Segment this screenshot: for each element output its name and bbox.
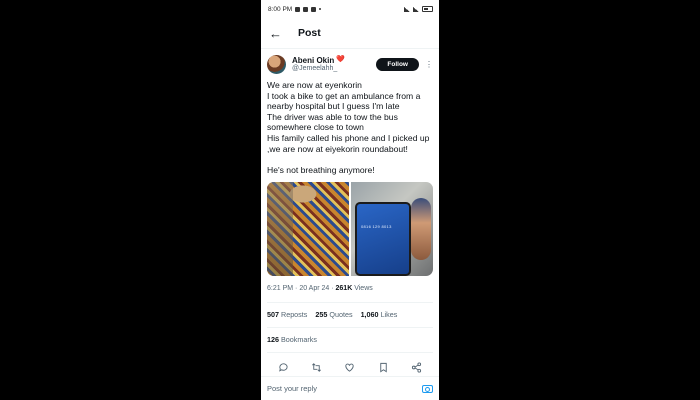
reply-icon[interactable] (278, 362, 289, 373)
status-bar: 8:00 PM (261, 0, 439, 18)
post-meta: 6:21 PM · 20 Apr 24 · 261K Views (267, 285, 373, 293)
post-time[interactable]: 6:21 PM (267, 285, 293, 292)
phone-number-text: 0816 129 8013 (361, 224, 392, 230)
media-grid: 0816 129 8013 (267, 182, 433, 277)
reposts-stat[interactable]: 507 Reposts (267, 310, 307, 320)
views-count: 261K (335, 285, 353, 293)
more-options-icon[interactable]: ⋮ (425, 60, 433, 69)
phone-screen: 8:00 PM ← Post Abeni Okin ❤️ @Jemeelahh_… (261, 0, 439, 400)
status-time: 8:00 PM (268, 5, 293, 13)
camera-icon[interactable] (422, 384, 433, 393)
media-photo-2[interactable]: 0816 129 8013 (351, 182, 433, 277)
bookmarks-stat[interactable]: 126 Bookmarks (261, 328, 439, 345)
notification-icon (311, 6, 317, 12)
reply-input[interactable] (267, 384, 397, 393)
action-bar (261, 353, 439, 374)
more-notifications-icon (319, 8, 322, 10)
back-arrow-icon[interactable]: ← (269, 27, 282, 40)
avatar[interactable] (267, 55, 286, 74)
hand-in-photo (411, 198, 431, 261)
bookmark-icon[interactable] (378, 362, 389, 373)
repost-icon[interactable] (311, 362, 322, 373)
notification-icon (303, 6, 309, 12)
share-icon[interactable] (411, 362, 422, 373)
post-header: ← Post (261, 18, 439, 49)
phone-in-photo (355, 202, 411, 277)
likes-stat[interactable]: 1,060 Likes (361, 310, 398, 320)
post-date[interactable]: 20 Apr 24 (299, 285, 329, 292)
tweet-text: We are now at eyenkorin I took a bike to… (267, 80, 430, 175)
author-row: Abeni Okin ❤️ @Jemeelahh_ Follow ⋮ (261, 49, 439, 74)
wifi-icon (413, 6, 419, 12)
views-label: Views (354, 285, 373, 293)
quotes-stat[interactable]: 255 Quotes (315, 310, 352, 320)
heart-icon[interactable] (344, 362, 355, 373)
media-photo-1[interactable] (267, 182, 349, 277)
page-title: Post (298, 27, 321, 39)
follow-button[interactable]: Follow (376, 58, 419, 71)
battery-icon (422, 6, 433, 12)
reply-bar (261, 376, 439, 400)
engagement-stats: 507 Reposts 255 Quotes 1,060 Likes (261, 303, 439, 320)
author-display-name[interactable]: Abeni Okin ❤️ (292, 56, 376, 65)
author-handle[interactable]: @Jemeelahh_ (292, 65, 376, 73)
x-app-icon (295, 6, 301, 12)
signal-icon (404, 6, 410, 12)
heart-emoji-icon: ❤️ (336, 56, 345, 64)
